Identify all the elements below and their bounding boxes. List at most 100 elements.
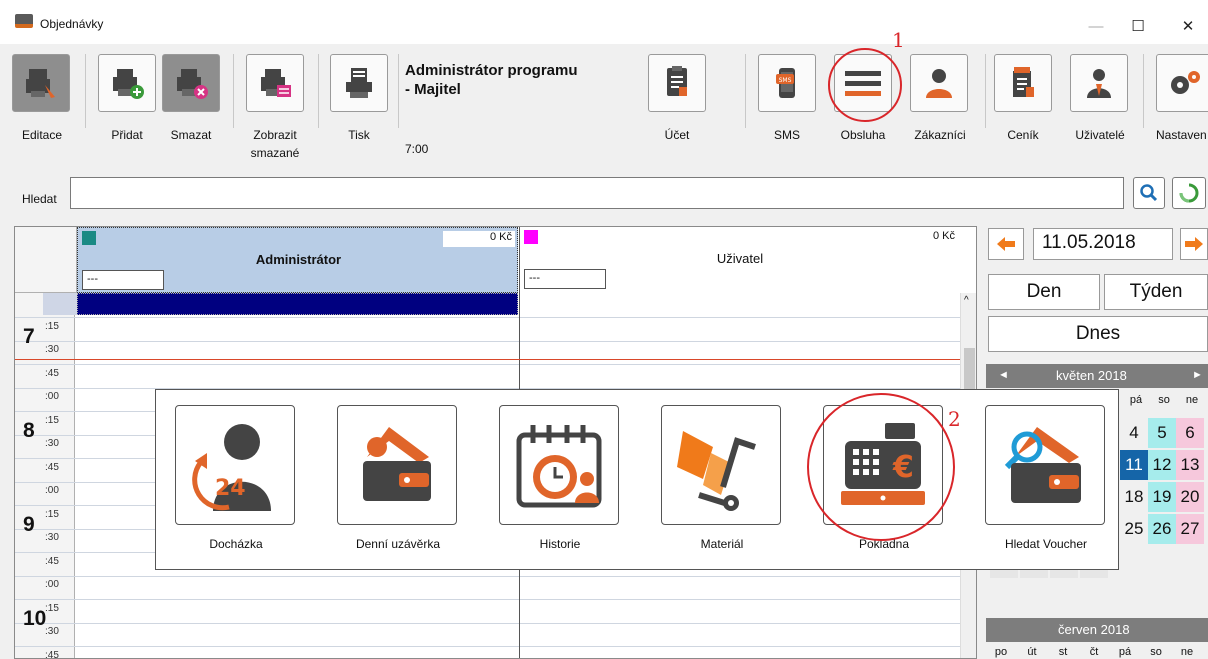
daily-closing-label: Denní uzávěrka: [355, 537, 441, 551]
gear-icon: [1171, 71, 1200, 94]
minute-label: :00: [45, 485, 59, 496]
slot-line: [15, 364, 960, 365]
sms-label: SMS: [773, 128, 800, 142]
find-voucher-button[interactable]: [985, 405, 1105, 525]
calendar-day[interactable]: 27: [1176, 514, 1204, 544]
daily-closing-icon: [363, 427, 431, 501]
calendar-day[interactable]: 19: [1148, 482, 1176, 512]
column-field[interactable]: ---: [82, 270, 164, 290]
print-button[interactable]: [330, 54, 388, 112]
month-header-may: ◄ květen 2018 ►: [986, 364, 1208, 388]
receipt-icon: [667, 66, 687, 96]
attendance-icon: 24: [192, 424, 271, 511]
settings-button[interactable]: [1156, 54, 1208, 112]
calendar-day[interactable]: 6: [1176, 418, 1204, 448]
attendance-button[interactable]: 24: [175, 405, 295, 525]
column-header-user[interactable]: 0 Kč Uživatel ---: [519, 227, 959, 293]
slot-line: [15, 341, 960, 342]
minute-label: :15: [45, 321, 59, 332]
minute-label: :00: [45, 579, 59, 590]
sms-phone-icon: SMS: [776, 68, 795, 98]
weekday-label: so: [1150, 646, 1162, 658]
slot-line: [15, 646, 960, 647]
minute-label: :45: [45, 368, 59, 379]
refresh-button[interactable]: [1172, 177, 1206, 209]
current-time: 7:00: [405, 142, 429, 156]
weekday-row-june: po út st čt pá so ne: [980, 644, 1208, 659]
minute-label: :45: [45, 556, 59, 567]
prev-month-arrow[interactable]: ◄: [998, 369, 1009, 381]
calendar-day[interactable]: 4: [1120, 418, 1148, 448]
calendar-day[interactable]: 13: [1176, 450, 1204, 480]
search-input[interactable]: [70, 177, 1124, 209]
minute-label: :00: [45, 391, 59, 402]
delete-button[interactable]: [162, 54, 220, 112]
day-view-button[interactable]: Den: [988, 274, 1100, 310]
separator: [85, 54, 86, 128]
today-button[interactable]: Dnes: [988, 316, 1208, 352]
users-icon: [1087, 69, 1111, 98]
account-button[interactable]: [648, 54, 706, 112]
edit-label: Editace: [21, 128, 63, 142]
minute-label: :30: [45, 532, 59, 543]
hand-truck-icon: [677, 431, 756, 511]
add-button[interactable]: [98, 54, 156, 112]
history-button[interactable]: [499, 405, 619, 525]
scroll-up-arrow[interactable]: ^: [964, 295, 969, 306]
user-name-line2: - Majitel: [405, 81, 461, 98]
week-view-button[interactable]: Týden: [1104, 274, 1208, 310]
daily-closing-button[interactable]: [337, 405, 457, 525]
column-amount: 0 Kč: [443, 231, 515, 247]
month-header-june: červen 2018: [986, 618, 1208, 642]
calendar-day[interactable]: 11: [1120, 450, 1148, 480]
users-button[interactable]: [1070, 54, 1128, 112]
close-button[interactable]: ✕: [1168, 12, 1208, 42]
minute-label: :15: [45, 509, 59, 520]
show-deleted-button[interactable]: [246, 54, 304, 112]
weekday-label: čt: [1089, 646, 1099, 658]
selected-slot[interactable]: [77, 293, 518, 315]
maximize-button[interactable]: ☐: [1118, 12, 1158, 42]
date-field[interactable]: 11.05.2018: [1033, 228, 1173, 260]
column-amount: 0 Kč: [932, 230, 955, 242]
minute-label: :45: [45, 650, 59, 659]
title-bar: Objednávky — ☐ ✕: [0, 0, 1208, 44]
weekday-label: pá: [1129, 394, 1143, 406]
calendar-day[interactable]: 26: [1148, 514, 1176, 544]
settings-label: Nastaven: [1156, 128, 1207, 142]
delete-printer-icon: [177, 69, 208, 99]
separator: [398, 54, 399, 128]
column-field[interactable]: ---: [524, 269, 606, 289]
prev-day-button[interactable]: [988, 228, 1024, 260]
pricelist-button[interactable]: [994, 54, 1052, 112]
current-time-line: [15, 359, 960, 360]
material-button[interactable]: [661, 405, 781, 525]
column-color-swatch: [82, 231, 96, 245]
hour-label: 9: [23, 513, 35, 536]
search-button[interactable]: [1133, 177, 1165, 209]
next-month-arrow[interactable]: ►: [1192, 369, 1203, 381]
sms-button[interactable]: SMS: [758, 54, 816, 112]
column-header-administrator[interactable]: 0 Kč Administrátor ---: [77, 227, 518, 293]
customers-button[interactable]: [910, 54, 968, 112]
minimize-button[interactable]: —: [1076, 12, 1116, 42]
annotation-number-2: 2: [948, 407, 961, 431]
service-popup-menu: 24 Docházka Denní uzávěrka Historie Mate…: [155, 389, 1119, 570]
edit-button[interactable]: [12, 54, 70, 112]
next-day-button[interactable]: [1180, 228, 1208, 260]
calendar-day[interactable]: 20: [1176, 482, 1204, 512]
weekday-label: pá: [1118, 646, 1132, 658]
pricelist-icon: [1013, 67, 1034, 97]
column-color-swatch: [524, 230, 538, 244]
calendar-day[interactable]: 5: [1148, 418, 1176, 448]
column-name: Administrátor: [255, 252, 342, 267]
material-label: Materiál: [700, 537, 744, 551]
minute-label: :30: [45, 626, 59, 637]
calendar-day[interactable]: 18: [1120, 482, 1148, 512]
weekday-label: po: [994, 646, 1008, 658]
slot-line: [15, 317, 960, 318]
arrow-left-icon: [997, 237, 1015, 251]
add-label: Přidat: [111, 128, 143, 142]
month-title: červen 2018: [1058, 622, 1130, 637]
calendar-day[interactable]: 12: [1148, 450, 1176, 480]
